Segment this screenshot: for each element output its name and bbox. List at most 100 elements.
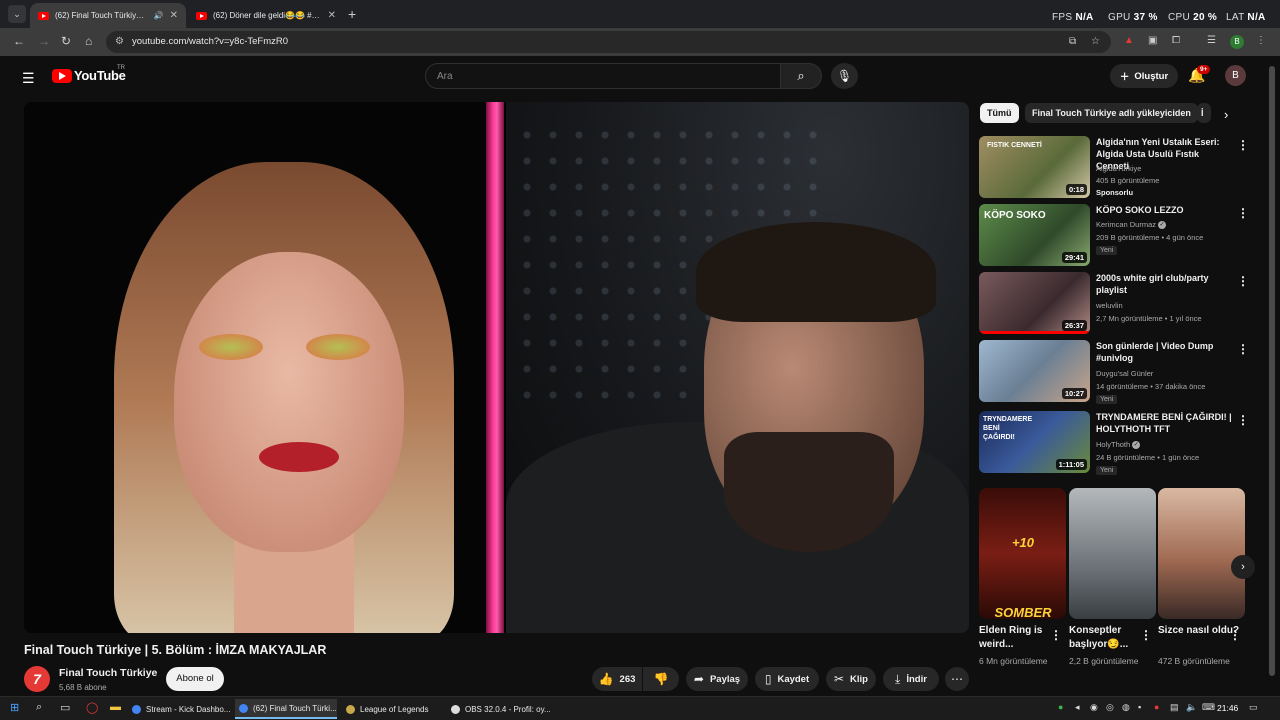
browser-tab[interactable]: (62) Döner dile geldi😂😂 #sfx ✕ [188,3,344,28]
search-button[interactable]: ⌕ [780,63,822,89]
close-tab-icon[interactable]: ✕ [170,10,178,21]
chip-partial[interactable]: İ [1197,103,1211,123]
tab-search-chevron-icon[interactable]: ⌄ [8,5,26,23]
record-tray-icon[interactable]: ● [1154,702,1159,712]
scrollbar-thumb[interactable] [1269,66,1275,676]
recommendation-channel[interactable]: HolyThoth ✓ [1096,440,1141,450]
chip-from-uploader[interactable]: Final Touch Türkiye adlı yükleyiciden [1025,103,1198,123]
account-avatar[interactable]: B [1225,65,1246,86]
close-tab-icon[interactable]: ✕ [328,10,336,21]
taskbar-app-youtube[interactable]: (62) Final Touch Türki... [235,699,337,719]
shorts-title[interactable]: Konseptler başlıyor😏... [1069,624,1151,652]
windows-start-icon[interactable]: ⊞ [10,701,19,714]
shorts-thumbnail[interactable] [1158,488,1245,619]
recommendation-item[interactable]: KÖPO SOKO 29:41 KÖPO SOKO LEZZO Kerimcan… [979,204,1249,268]
reload-icon[interactable]: ↻ [61,34,71,48]
video-thumbnail[interactable]: TRYNDAMERE BENİ ÇAĞIRDI! 1:11:05 [979,411,1090,473]
puzzle-extensions-icon[interactable]: ⧠ [1172,35,1180,46]
share-button[interactable]: ➦ Paylaş [686,667,748,691]
chevron-right-icon[interactable]: › [1224,107,1228,122]
task-view-icon[interactable]: ▭ [60,701,70,714]
recommendation-item[interactable]: 26:37 2000s white girl club/party playli… [979,272,1249,336]
keyboard-icon[interactable]: ⌨ [1202,702,1215,713]
shorts-next-button[interactable]: › [1231,555,1255,579]
more-vertical-icon[interactable]: ⋮ [1237,206,1249,220]
video-thumbnail[interactable]: 10:27 [979,340,1090,402]
browser-menu-icon[interactable]: ⋮ [1256,35,1266,46]
notification-center-icon[interactable]: ▭ [1249,702,1258,713]
recommendation-channel[interactable]: weluvlin [1096,301,1123,310]
shorts-title[interactable]: Elden Ring is weird... [979,624,1061,652]
chip-all[interactable]: Tümü [980,103,1019,123]
clip-button[interactable]: ✂ Klip [826,667,876,691]
new-tab-plus-icon[interactable]: + [348,6,356,22]
tray-icon[interactable]: ◂ [1075,702,1080,713]
search-input[interactable]: Ara [425,63,781,89]
video-thumbnail[interactable]: KÖPO SOKO 29:41 [979,204,1090,266]
channel-name[interactable]: Final Touch Türkiye [59,667,157,679]
like-button[interactable]: 👍 263 [592,667,642,691]
download-button[interactable]: ⤓ İndir [883,667,939,691]
recommendation-item[interactable]: TRYNDAMERE BENİ ÇAĞIRDI! 1:11:05 TRYNDAM… [979,411,1249,475]
more-actions-button[interactable]: ⋯ [945,667,969,691]
recommendation-title[interactable]: 2000s white girl club/party playlist [1096,272,1232,296]
taskbar-app-league[interactable]: League of Legends [342,699,444,719]
share-label: Paylaş [709,673,741,685]
bookmark-star-icon[interactable]: ☆ [1091,36,1100,47]
obs-icon [451,704,460,714]
recommendation-channel[interactable]: Kerimcan Durmaz ✓ [1096,220,1167,230]
subscribe-button[interactable]: Abone ol [166,667,224,691]
more-vertical-icon[interactable]: ⋮ [1237,274,1249,288]
site-info-icon[interactable]: ⚙ [115,36,124,47]
address-bar[interactable]: ⚙ youtube.com/watch?v=y8c-TeFmzR0 ⧉ ☆ [106,31,1111,53]
reading-list-icon[interactable]: ☰ [1207,35,1216,46]
video-player[interactable] [24,102,969,633]
home-icon[interactable]: ⌂ [85,34,92,48]
create-button[interactable]: ＋ Oluştur [1110,64,1178,88]
recommendation-title[interactable]: Son günlerde | Video Dump #univlog [1096,340,1232,364]
more-vertical-icon[interactable]: ⋮ [1237,138,1249,152]
youtube-logo-icon[interactable] [52,69,72,83]
search-icon[interactable]: ⌕ [36,701,42,714]
more-vertical-icon[interactable]: ⋮ [1237,342,1249,356]
voice-search-button[interactable]: 🎙 [831,63,858,89]
browser-tab-active[interactable]: (62) Final Touch Türkiye | 5. Bölüm : İM… [30,3,186,28]
recommendation-title[interactable]: TRYNDAMERE BENİ ÇAĞIRDI! | HOLYTHOTH TFT [1096,411,1232,435]
steam-tray-icon[interactable]: ◍ [1122,702,1130,713]
forward-arrow-icon[interactable]: → [38,34,50,48]
tray-icon[interactable]: ◎ [1106,702,1114,713]
more-vertical-icon[interactable]: ⋮ [1237,413,1249,427]
whatsapp-tray-icon[interactable]: ● [1058,702,1063,712]
more-vertical-icon[interactable]: ⋮ [1050,628,1062,642]
save-button[interactable]: ▯ Kaydet [755,667,819,691]
cast-icon[interactable]: ⧉ [1069,36,1076,47]
recommendation-item[interactable]: FISTIK CENNETİ 0:18 Algida'nın Yeni Usta… [979,136,1249,200]
recommendation-item[interactable]: 10:27 Son günlerde | Video Dump #univlog… [979,340,1249,404]
channel-avatar[interactable]: 7 [24,666,50,692]
recommendation-title[interactable]: KÖPO SOKO LEZZO [1096,204,1232,216]
more-vertical-icon[interactable]: ⋮ [1229,628,1241,642]
file-explorer-icon[interactable]: ▬ [110,701,121,713]
network-icon[interactable]: ▤ [1170,702,1179,713]
profile-avatar[interactable]: B [1230,35,1244,49]
recommendation-channel[interactable]: AlgidaTürkiye [1096,164,1141,173]
video-thumbnail[interactable]: 26:37 [979,272,1090,334]
shorts-thumbnail[interactable] [1069,488,1156,619]
video-thumbnail[interactable]: FISTIK CENNETİ 0:18 [979,136,1090,198]
opera-icon[interactable]: ◯ [86,701,98,714]
extension-icon[interactable]: ▣ [1148,35,1157,46]
dislike-button[interactable]: 👎 [643,667,679,691]
acrobat-extension-icon[interactable]: ▲ [1124,35,1134,46]
taskbar-app-stream[interactable]: Stream - Kick Dashbo... [128,699,230,719]
shorts-title[interactable]: Sizce nasıl oldu? [1158,624,1240,638]
discord-tray-icon[interactable]: ◉ [1090,702,1098,713]
back-arrow-icon[interactable]: ← [13,34,25,48]
tray-icon[interactable]: ▪ [1138,702,1141,712]
taskbar-app-obs[interactable]: OBS 32.0.4 - Profil: oy... [447,699,552,719]
more-vertical-icon[interactable]: ⋮ [1140,628,1152,642]
speaker-icon[interactable]: 🔊 [154,11,164,20]
hamburger-menu-icon[interactable]: ☰ [22,70,35,87]
recommendation-channel[interactable]: Duygu'sal Günler [1096,369,1153,378]
shorts-thumbnail[interactable]: +10 SOMBER WEAPON [979,488,1066,619]
volume-icon[interactable]: 🔈 [1186,702,1197,713]
